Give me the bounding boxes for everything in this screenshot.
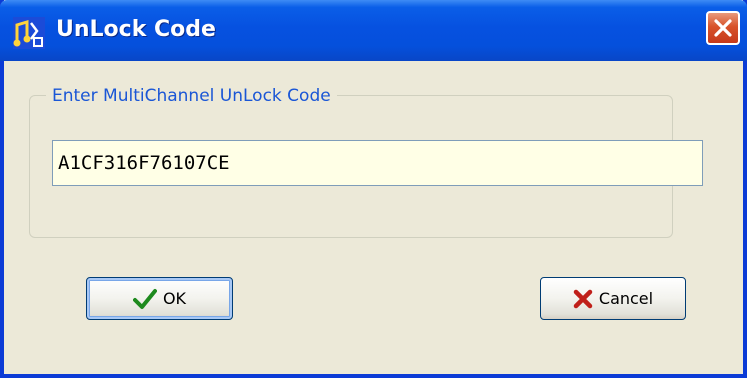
unlock-code-input[interactable] xyxy=(52,140,703,186)
ok-button[interactable]: OK xyxy=(86,277,233,320)
cancel-button[interactable]: Cancel xyxy=(540,277,686,320)
red-x-icon xyxy=(573,289,593,309)
checkmark-icon xyxy=(132,288,157,310)
music-note-app-icon xyxy=(13,17,45,49)
window-title: UnLock Code xyxy=(56,17,216,42)
group-label: Enter MultiChannel UnLock Code xyxy=(46,86,337,106)
close-button[interactable] xyxy=(706,11,740,45)
close-icon xyxy=(714,19,732,37)
cancel-button-label: Cancel xyxy=(598,289,654,308)
ok-button-label: OK xyxy=(162,289,187,308)
unlock-code-dialog: UnLock Code Enter MultiChannel UnLock Co… xyxy=(0,0,747,378)
title-bar[interactable]: UnLock Code xyxy=(0,0,747,61)
